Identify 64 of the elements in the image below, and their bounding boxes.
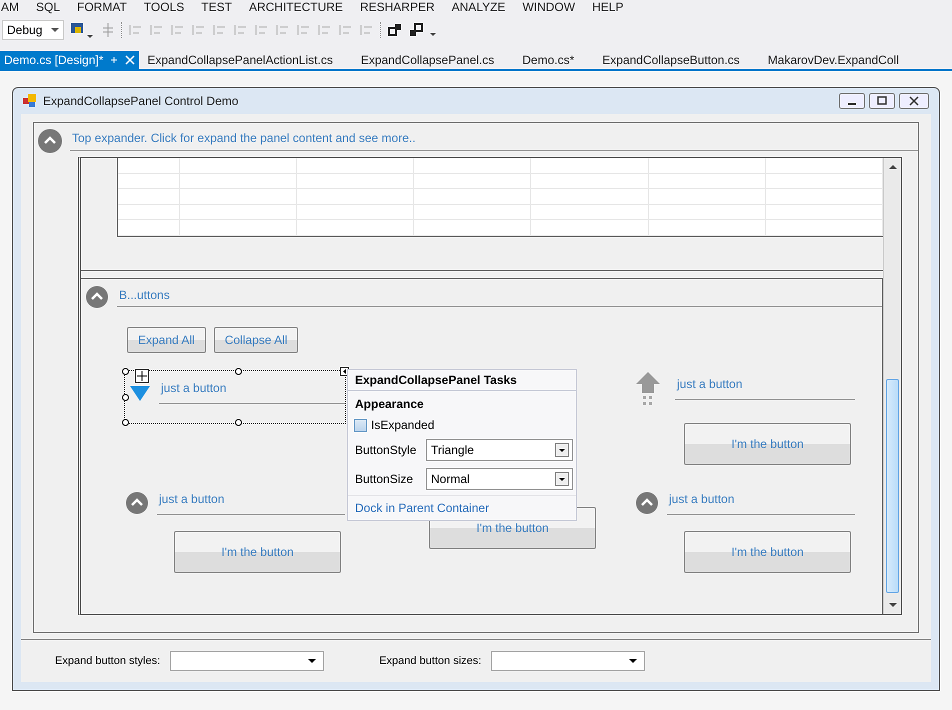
menu-item[interactable]: AM [0, 0, 28, 15]
panel-header[interactable]: B...uttons [117, 288, 882, 306]
menu-item[interactable]: TOOLS [136, 0, 194, 15]
collapse-icon[interactable] [635, 491, 659, 515]
field-label: ButtonSize [355, 472, 414, 486]
collapse-icon[interactable] [125, 491, 149, 515]
dropdown-arrow-icon[interactable] [51, 28, 59, 32]
scroll-down-icon[interactable] [888, 603, 896, 608]
resize-handle[interactable] [122, 394, 129, 401]
popup-title: ExpandCollapsePanel Tasks [348, 370, 576, 391]
dropdown-arrow-icon[interactable] [628, 658, 638, 664]
minimize-icon[interactable] [839, 93, 865, 109]
toolbar-tool-icon[interactable] [69, 21, 95, 39]
dock-link[interactable]: Dock in Parent Container [348, 495, 576, 520]
document-tab[interactable]: ExpandCollapsePanel.cs [356, 51, 518, 69]
document-tab[interactable]: Demo.cs* [518, 51, 598, 69]
panel-header[interactable]: just a button [675, 377, 855, 400]
menu-item[interactable]: TEST [193, 0, 241, 15]
menu-item[interactable]: ANALYZE [444, 0, 514, 15]
configuration-dropdown[interactable]: Debug [2, 20, 64, 40]
pin-icon[interactable] [109, 55, 120, 65]
collapse-icon[interactable] [38, 129, 62, 153]
smart-tag-icon[interactable] [340, 367, 349, 376]
field-label: ButtonStyle [355, 443, 418, 457]
collapse-icon[interactable] [85, 285, 109, 309]
document-tab[interactable]: ExpandCollapseButton.cs [598, 51, 764, 69]
vertical-scrollbar[interactable] [883, 158, 901, 614]
dropdown-arrow-icon[interactable] [307, 658, 318, 664]
document-tab[interactable]: Demo.cs [Design]* [0, 51, 140, 69]
menu-item[interactable]: HELP [584, 0, 632, 15]
menu-item[interactable]: SQL [28, 0, 70, 15]
document-tab[interactable]: ExpandCollapsePanelActionList.cs [143, 51, 357, 69]
maximize-icon[interactable] [869, 93, 895, 109]
menu-item[interactable]: FORMAT [69, 0, 136, 15]
resize-handle[interactable] [122, 368, 129, 375]
dropdown-field[interactable]: Triangle [426, 439, 573, 461]
up-arrow-icon[interactable] [635, 371, 661, 407]
document-tab[interactable]: MakarovDev.ExpandColl [764, 51, 901, 69]
align-icon[interactable] [100, 22, 116, 38]
bring-front-icon[interactable] [387, 22, 403, 38]
scroll-up-icon[interactable] [888, 164, 896, 169]
menu-item[interactable]: WINDOW [514, 0, 584, 15]
dropdown-field[interactable] [170, 651, 324, 671]
send-back-icon[interactable] [408, 22, 424, 38]
section-title: Appearance [354, 396, 425, 413]
menu-item[interactable]: RESHARPER [352, 0, 444, 15]
resize-handle[interactable] [235, 419, 242, 426]
close-icon[interactable] [899, 93, 929, 109]
app-icon [23, 94, 37, 108]
field-label: Expand button styles: [55, 655, 160, 667]
dropdown-field[interactable] [491, 651, 646, 671]
resize-handle[interactable] [122, 419, 129, 426]
field-label: Expand button sizes: [379, 655, 482, 667]
move-handle-icon[interactable] [135, 369, 149, 383]
resize-handle[interactable] [235, 368, 242, 375]
panel-header[interactable]: Top expander. Click for expand the panel content and see more.. [70, 131, 918, 151]
panel-header[interactable]: just a button [667, 492, 855, 514]
window-title: ExpandCollapsePanel Control Demo [43, 94, 238, 108]
checkbox[interactable] [354, 418, 367, 432]
checkbox-label: IsExpanded [371, 418, 434, 432]
menu-item[interactable]: ARCHITECTURE [240, 0, 352, 15]
panel-header[interactable]: just a button [159, 381, 345, 404]
panel-header[interactable]: just a button [157, 492, 345, 514]
dropdown-field[interactable]: Normal [426, 468, 573, 490]
